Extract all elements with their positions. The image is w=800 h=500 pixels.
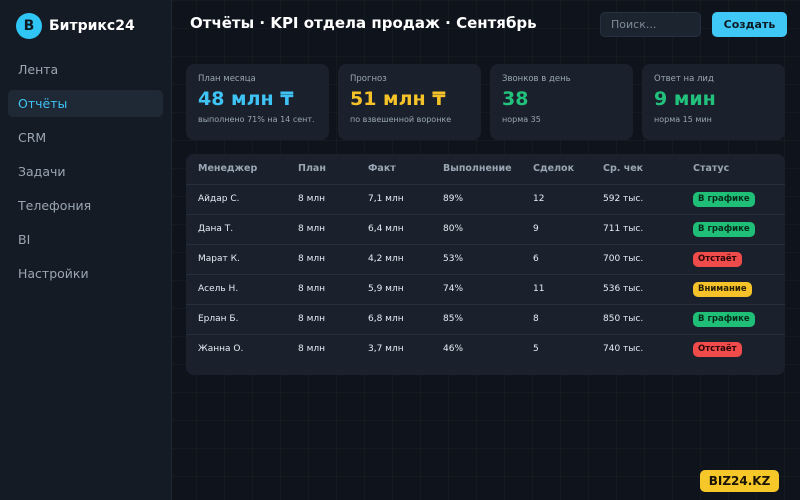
cell-fact: 5,9 млн [356,274,431,305]
status-badge: В графике [693,191,755,207]
page-title: Отчёты · KPI отдела продаж · Сентябрь [190,14,537,32]
sidebar-item-reports[interactable]: Отчёты [8,90,163,117]
column-header-plan[interactable]: План [286,154,356,185]
bitrix-logo-icon: B [16,13,42,39]
cell-avg-check: 700 тыс. [591,244,681,275]
table-header-row: Менеджер План Факт Выполнение Сделок Ср.… [186,154,785,185]
cell-completion: 46% [443,344,464,355]
kpi-table-card: Менеджер План Факт Выполнение Сделок Ср.… [186,154,785,375]
table-row[interactable]: Жанна О. 8 млн 3,7 млн 46% 5 740 тыс. От… [186,334,785,364]
kpi-value: 48 млн ₸ [198,88,294,110]
cell-status: Внимание [681,274,785,305]
column-header-fact[interactable]: Факт [356,154,431,185]
cell-manager: Дана Т. [186,214,286,245]
cell-completion: 80% [431,214,521,245]
kpi-card-forecast: Прогноз 51 млн ₸ по взвешенной воронке [338,64,481,140]
status-badge: Отстаёт [693,341,742,357]
table-row[interactable]: Дана Т. 8 млн 6,4 млн 80% 9 711 тыс. В г… [186,214,785,245]
cell-manager: Жанна О. [198,344,244,355]
search-input[interactable] [600,12,701,37]
cell-manager: Марат К. [186,244,286,275]
cell-status: В графике [681,184,785,215]
sidebar-item-crm[interactable]: CRM [8,124,163,151]
cell-completion: 74% [431,274,521,305]
cell-fact: 3,7 млн [368,344,404,355]
kpi-label: Прогноз [350,74,387,84]
cell-avg-check: 711 тыс. [591,214,681,245]
status-badge: В графике [693,221,755,237]
kpi-card-calls-per-day: Звонков в день 38 норма 35 [490,64,633,140]
cell-plan: 8 млн [286,274,356,305]
cell-fact: 7,1 млн [356,184,431,215]
cell-plan: 8 млн [286,244,356,275]
cell-status: Отстаёт [681,244,785,275]
column-header-status[interactable]: Статус [681,154,785,185]
kpi-note: норма 15 мин [654,115,712,124]
column-header-deals[interactable]: Сделок [521,154,591,185]
cell-manager: Айдар С. [186,184,286,215]
brand[interactable]: B Битрикс24 [16,13,135,39]
cell-plan: 8 млн [286,184,356,215]
cell-completion: 89% [431,184,521,215]
sidebar-item-settings[interactable]: Настройки [8,260,163,287]
column-header-avg-check[interactable]: Ср. чек [591,154,681,185]
sidebar-nav: Лента Отчёты CRM Задачи Телефония BI Нас… [8,56,163,294]
kpi-value: 9 мин [654,88,716,110]
column-header-completion[interactable]: Выполнение [431,154,521,185]
table-row[interactable]: Асель Н. 8 млн 5,9 млн 74% 11 536 тыс. В… [186,274,785,305]
kpi-label: Звонков в день [502,74,571,84]
table-row[interactable]: Марат К. 8 млн 4,2 млн 53% 6 700 тыс. От… [186,244,785,275]
cell-completion: 85% [431,304,521,335]
cell-fact: 6,8 млн [356,304,431,335]
kpi-value: 38 [502,88,529,110]
cell-deals: 5 [533,344,539,355]
app-name: Битрикс24 [49,18,135,34]
cell-manager: Ерлан Б. [186,304,286,335]
watermark-logo: BIZ24.KZ [700,470,779,492]
kpi-card-month-plan: План месяца 48 млн ₸ выполнено 71% на 14… [186,64,329,140]
cell-plan: 8 млн [286,304,356,335]
kpi-note: выполнено 71% на 14 сент. [198,115,315,124]
cell-status: В графике [681,304,785,335]
kpi-value: 51 млн ₸ [350,88,446,110]
cell-plan: 8 млн [286,214,356,245]
kpi-label: План месяца [198,74,256,84]
cell-deals: 9 [521,214,591,245]
table-row[interactable]: Айдар С. 8 млн 7,1 млн 89% 12 592 тыс. В… [186,184,785,215]
sidebar-item-tasks[interactable]: Задачи [8,158,163,185]
cell-deals: 12 [521,184,591,215]
cell-manager: Асель Н. [186,274,286,305]
status-badge: Отстаёт [693,251,742,267]
cell-deals: 11 [521,274,591,305]
cell-plan: 8 млн [298,344,326,355]
column-header-manager[interactable]: Менеджер [186,154,286,185]
cell-deals: 6 [521,244,591,275]
kpi-label: Ответ на лид [654,74,714,84]
status-badge: Внимание [693,281,752,297]
status-badge: В графике [693,311,755,327]
sidebar-item-feed[interactable]: Лента [8,56,163,83]
kpi-note: по взвешенной воронке [350,115,452,124]
table-row[interactable]: Ерлан Б. 8 млн 6,8 млн 85% 8 850 тыс. В … [186,304,785,335]
sidebar-item-bi[interactable]: BI [8,226,163,253]
sidebar-item-telephony[interactable]: Телефония [8,192,163,219]
cell-status: В графике [681,214,785,245]
cell-fact: 4,2 млн [356,244,431,275]
cell-avg-check: 850 тыс. [591,304,681,335]
create-button[interactable]: Создать [712,12,787,37]
managers-table: Менеджер План Факт Выполнение Сделок Ср.… [186,154,785,364]
cell-fact: 6,4 млн [356,214,431,245]
cell-avg-check: 740 тыс. [603,344,644,355]
kpi-note: норма 35 [502,115,541,124]
cell-avg-check: 536 тыс. [591,274,681,305]
cell-avg-check: 592 тыс. [591,184,681,215]
kpi-card-lead-response: Ответ на лид 9 мин норма 15 мин [642,64,785,140]
cell-deals: 8 [521,304,591,335]
sidebar: B Битрикс24 Лента Отчёты CRM Задачи Теле… [0,0,172,500]
cell-status: Отстаёт [681,334,785,364]
cell-completion: 53% [431,244,521,275]
